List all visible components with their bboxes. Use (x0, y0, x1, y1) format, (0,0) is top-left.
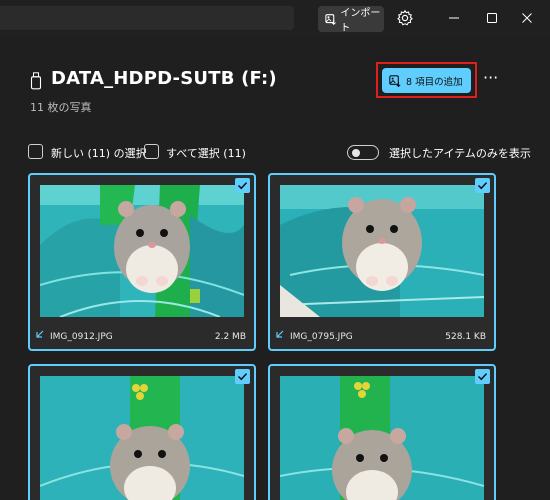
toggle-knob (352, 149, 360, 157)
photo-thumbnail (280, 376, 484, 500)
minimize-icon[interactable] (447, 10, 461, 26)
photo-card[interactable]: IMG_0912.JPG 2.2 MB (28, 173, 256, 351)
close-icon[interactable] (520, 11, 534, 25)
new-item-icon (276, 330, 284, 338)
select-new-checkbox[interactable] (28, 144, 43, 159)
usb-drive-icon (30, 72, 42, 90)
photo-thumbnail (40, 185, 244, 317)
selected-check-icon[interactable] (475, 369, 490, 384)
import-button[interactable]: インポート (318, 6, 384, 34)
import-photos-icon (389, 74, 401, 87)
more-options-button[interactable]: ··· (483, 70, 499, 90)
import-label: インポート (340, 8, 381, 34)
title-bar: インポート (0, 0, 550, 37)
page-title: DATA_HDPD-SUTB (F:) (51, 68, 277, 89)
photo-thumbnail (280, 185, 484, 317)
add-items-label: 8 項目の追加 (406, 76, 463, 88)
add-items-button[interactable]: 8 項目の追加 (382, 68, 471, 93)
photo-info: IMG_0912.JPG 2.2 MB (30, 317, 254, 347)
file-size: 2.2 MB (214, 332, 246, 342)
photo-thumbnail (40, 376, 244, 500)
show-selected-label: 選択したアイテムのみを表示 (389, 147, 531, 160)
title-area (0, 6, 294, 30)
photo-card[interactable] (268, 364, 496, 500)
select-new-label: 新しい (11) の選択 (51, 147, 147, 160)
gear-icon[interactable] (396, 9, 414, 27)
file-name: IMG_0912.JPG (50, 332, 113, 342)
new-item-icon (36, 330, 44, 338)
select-all-label: すべて選択 (11) (166, 147, 246, 160)
maximize-icon[interactable] (485, 11, 499, 25)
photo-info: IMG_0795.JPG 528.1 KB (270, 317, 494, 347)
show-selected-toggle[interactable] (347, 145, 379, 160)
file-size: 528.1 KB (445, 332, 486, 342)
photo-count: 11 枚の写真 (30, 101, 92, 114)
selected-check-icon[interactable] (235, 369, 250, 384)
selected-check-icon[interactable] (235, 178, 250, 193)
photo-card[interactable]: IMG_0795.JPG 528.1 KB (268, 173, 496, 351)
file-name: IMG_0795.JPG (290, 332, 353, 342)
select-all-checkbox[interactable] (144, 144, 159, 159)
photo-card[interactable] (28, 364, 256, 500)
import-icon (325, 13, 336, 25)
selected-check-icon[interactable] (475, 178, 490, 193)
